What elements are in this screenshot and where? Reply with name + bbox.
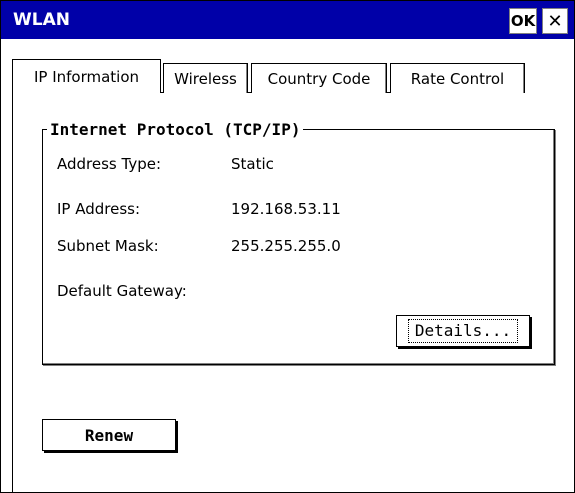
- address-type-label: Address Type:: [57, 155, 162, 173]
- close-icon: ✕: [547, 10, 563, 32]
- window-title: WLAN: [13, 10, 70, 30]
- details-button[interactable]: Details...: [396, 315, 530, 347]
- ip-address-label: IP Address:: [57, 200, 141, 218]
- tab-rate-control[interactable]: Rate Control: [390, 63, 525, 93]
- ip-address-value: 192.168.53.11: [231, 200, 341, 218]
- details-button-label: Details...: [407, 319, 519, 343]
- default-gateway-label: Default Gateway:: [57, 282, 187, 300]
- close-button[interactable]: ✕: [542, 8, 568, 34]
- title-bar: WLAN OK ✕: [1, 1, 574, 39]
- tab-panel-left-border: [12, 92, 13, 492]
- wlan-window: WLAN OK ✕ IP Information Wireless Countr…: [0, 0, 575, 493]
- renew-button[interactable]: Renew: [42, 419, 176, 451]
- groupbox-title: Internet Protocol (TCP/IP): [47, 119, 304, 141]
- subnet-mask-label: Subnet Mask:: [57, 237, 159, 255]
- tab-wireless[interactable]: Wireless: [163, 63, 248, 93]
- tab-country-code[interactable]: Country Code: [251, 63, 387, 93]
- ok-button[interactable]: OK: [509, 8, 537, 34]
- subnet-mask-value: 255.255.255.0: [231, 237, 341, 255]
- tab-ip-information[interactable]: IP Information: [12, 59, 161, 93]
- address-type-value: Static: [231, 155, 274, 173]
